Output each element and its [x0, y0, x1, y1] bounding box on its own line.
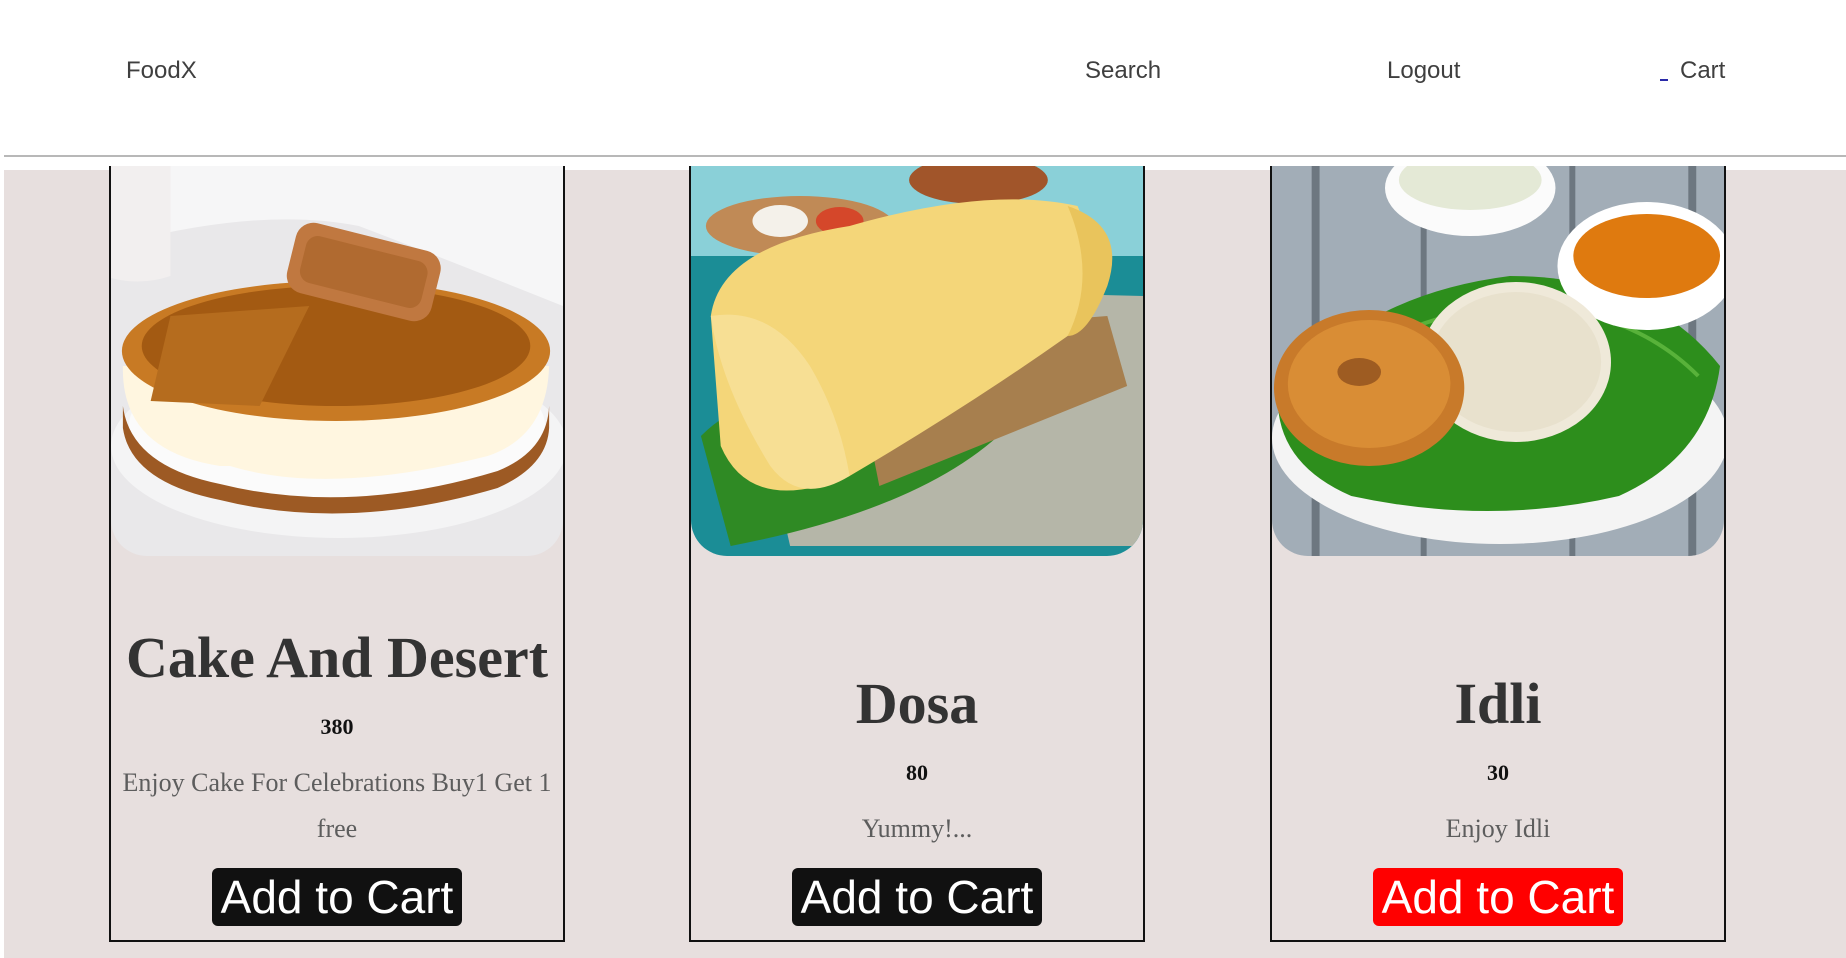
product-info: Idli 30 Enjoy Idli Add to Cart — [1272, 672, 1724, 926]
product-card: Idli 30 Enjoy Idli Add to Cart — [1270, 166, 1726, 942]
product-title: Idli — [1454, 671, 1542, 736]
add-to-cart-button[interactable]: Add to Cart — [791, 868, 1043, 926]
product-card: Dosa 80 Yummy!... Add to Cart — [689, 166, 1145, 942]
idli-image — [1272, 166, 1724, 556]
add-to-cart-button[interactable]: Add to Cart — [211, 868, 463, 926]
product-price: 80 — [906, 760, 928, 785]
cart-icon — [1660, 57, 1668, 81]
cart-label: Cart — [1680, 57, 1726, 84]
product-info: Cake And Desert 380 Enjoy Cake For Celeb… — [111, 626, 563, 926]
product-price: 30 — [1487, 760, 1509, 785]
navbar-divider — [4, 155, 1846, 157]
product-description: Yummy!... — [861, 814, 973, 843]
product-title: Cake And Desert — [125, 625, 549, 690]
product-image-cake — [111, 166, 563, 556]
brand-logo-link[interactable]: FoodX — [126, 56, 197, 86]
product-description: Enjoy Cake For Celebrations Buy1 Get 1 f… — [122, 768, 552, 843]
product-price: 380 — [320, 714, 354, 739]
cart-link[interactable]: Cart — [1660, 56, 1725, 86]
product-title: Dosa — [855, 671, 979, 736]
navbar: FoodX Search Logout Cart — [0, 0, 1846, 157]
page: FoodX Search Logout Cart Cake And Desert… — [0, 0, 1846, 958]
cheesecake-image — [111, 166, 563, 556]
product-description: Enjoy Idli — [1445, 814, 1551, 843]
product-card: Cake And Desert 380 Enjoy Cake For Celeb… — [109, 166, 565, 942]
product-image-idli — [1272, 166, 1724, 556]
logout-link[interactable]: Logout — [1387, 56, 1460, 86]
search-link[interactable]: Search — [1085, 56, 1161, 86]
add-to-cart-button[interactable]: Add to Cart — [1372, 868, 1624, 926]
product-image-dosa — [691, 166, 1143, 556]
product-info: Dosa 80 Yummy!... Add to Cart — [691, 672, 1143, 926]
dosa-image — [691, 166, 1143, 556]
